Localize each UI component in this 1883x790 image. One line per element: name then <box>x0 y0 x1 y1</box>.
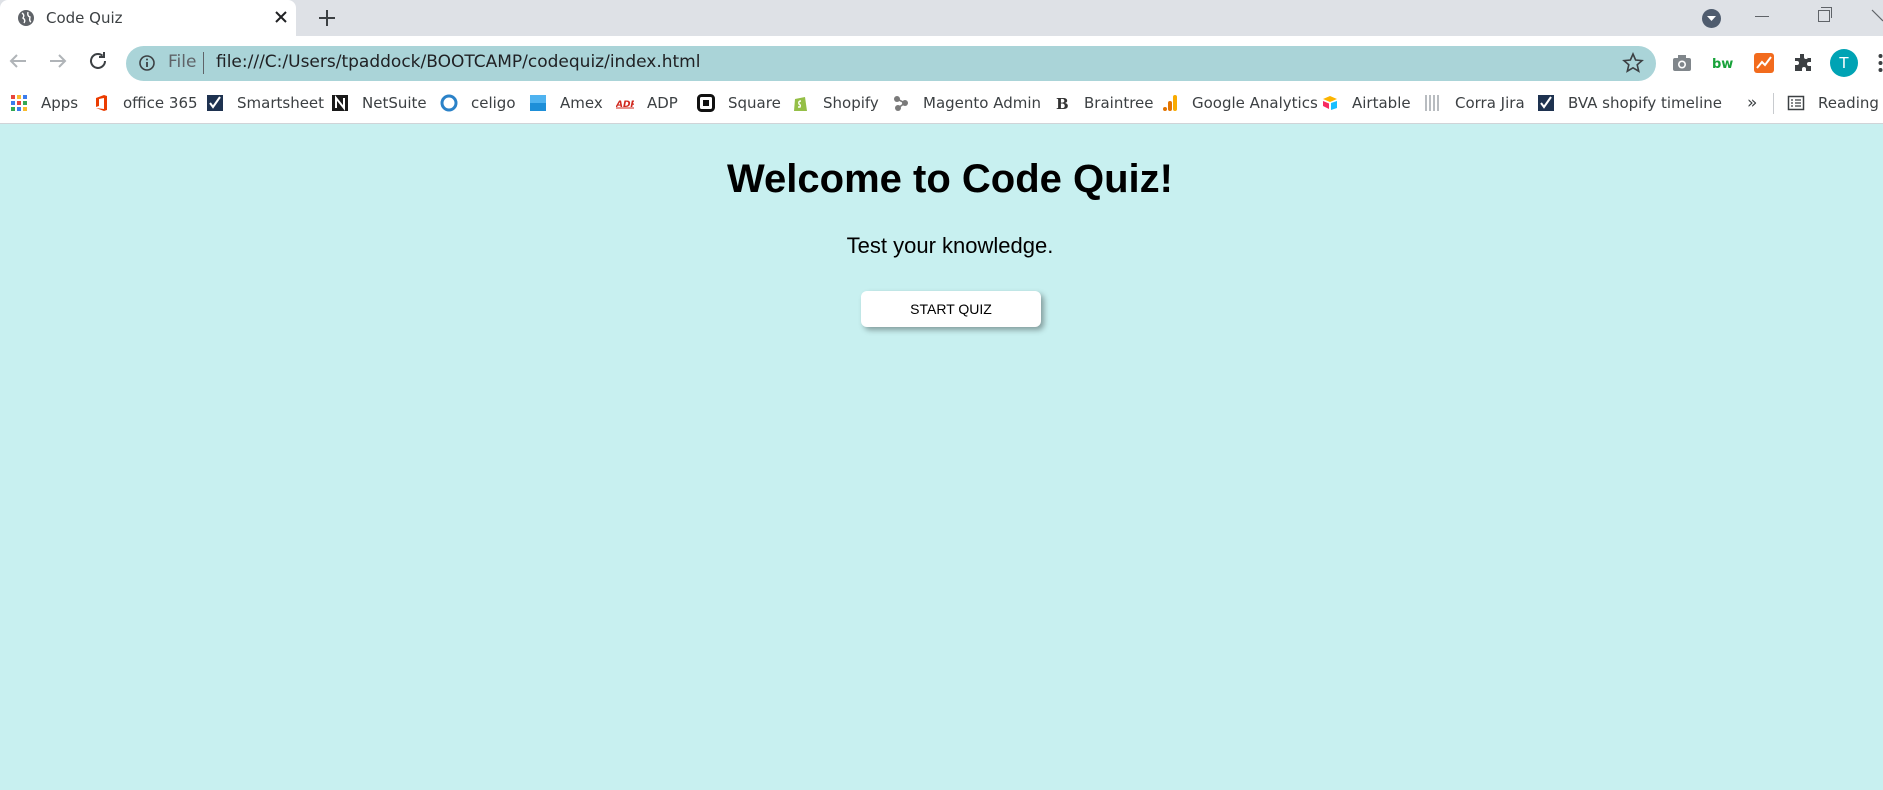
restore-icon[interactable] <box>1818 7 1832 22</box>
bookmarks-overflow-button[interactable]: » <box>1747 86 1757 120</box>
svg-text:B: B <box>1056 95 1069 112</box>
bookmarks-divider <box>1773 93 1774 114</box>
bw-extension-icon[interactable]: bw <box>1711 51 1735 75</box>
bookmark-label: Shopify <box>823 94 879 112</box>
omnibox-divider <box>203 52 204 74</box>
plus-icon[interactable] <box>313 6 341 30</box>
shopify-icon <box>794 97 807 111</box>
celigo-icon <box>440 94 458 112</box>
reading-list-label: Reading lis <box>1818 94 1883 112</box>
magento-icon <box>894 96 908 111</box>
minimize-icon[interactable] <box>1755 16 1769 17</box>
apps-grid-icon <box>11 95 27 111</box>
menu-icon[interactable] <box>1878 52 1883 74</box>
bookmark-apps[interactable]: Apps <box>10 86 78 120</box>
bookmark-smartsheet[interactable]: Smartsheet <box>206 86 324 120</box>
bookmark-label: NetSuite <box>362 94 427 112</box>
bookmark-corra-jira[interactable]: Corra Jira <box>1424 86 1525 120</box>
camera-icon[interactable] <box>1670 51 1694 75</box>
bookmark-label: Amex <box>560 94 603 112</box>
braintree-icon: B <box>1056 95 1069 112</box>
bookmarks-bar: Apps office 365 Smartsheet NetSuite celi… <box>0 86 1883 124</box>
bookmark-airtable[interactable]: Airtable <box>1321 86 1411 120</box>
bookmark-bva-shopify-timeline[interactable]: BVA shopify timeline <box>1537 86 1722 120</box>
info-icon[interactable] <box>138 54 156 72</box>
bookmark-label: office 365 <box>123 94 198 112</box>
start-quiz-button[interactable]: START QUIZ <box>861 291 1041 327</box>
square-icon <box>697 94 715 112</box>
reading-list-button[interactable]: Reading lis <box>1787 86 1883 120</box>
profile-avatar[interactable]: T <box>1830 49 1858 77</box>
bookmark-celigo[interactable]: celigo <box>440 86 516 120</box>
bookmark-label: Smartsheet <box>237 94 325 112</box>
office-icon <box>96 95 107 111</box>
bookmark-shopify[interactable]: Shopify <box>792 86 879 120</box>
bookmark-label: Google Analytics <box>1192 94 1318 112</box>
star-icon[interactable] <box>1622 52 1644 74</box>
svg-text:bw: bw <box>1712 57 1733 72</box>
bookmark-label: Square <box>728 94 781 112</box>
bookmark-square[interactable]: Square <box>697 86 781 120</box>
bookmark-braintree[interactable]: B Braintree <box>1053 86 1154 120</box>
tab-strip: Code Quiz <box>0 0 1883 36</box>
bookmark-label: BVA shopify timeline <box>1568 94 1722 112</box>
bookmark-label: Apps <box>41 94 79 112</box>
bookmark-office-365[interactable]: office 365 <box>92 86 198 120</box>
bookmark-amex[interactable]: Amex <box>529 86 603 120</box>
page-title: Welcome to Code Quiz! <box>727 157 1173 201</box>
airtable-icon <box>1323 96 1337 110</box>
tab-search-icon[interactable] <box>1702 9 1721 28</box>
url-text[interactable]: file:///C:/Users/tpaddock/BOOTCAMP/codeq… <box>216 52 700 72</box>
bookmark-label: celigo <box>471 94 516 112</box>
smartsheet-icon <box>1538 95 1554 111</box>
adp-icon: ADP <box>616 100 634 110</box>
url-scheme-label: File <box>168 52 197 72</box>
bookmark-label: Corra Jira <box>1455 94 1525 112</box>
bookmark-magento-admin[interactable]: Magento Admin <box>892 86 1041 120</box>
close-icon[interactable] <box>271 7 291 27</box>
smartsheet-icon <box>207 95 223 111</box>
reading-list-icon <box>1787 95 1805 111</box>
tab-code-quiz[interactable]: Code Quiz <box>0 0 296 36</box>
bookmark-adp[interactable]: ADP ADP <box>616 86 678 120</box>
amex-icon <box>530 95 546 111</box>
window-close-icon[interactable] <box>1870 6 1883 26</box>
back-icon[interactable] <box>6 49 30 73</box>
bookmark-label: Airtable <box>1352 94 1411 112</box>
reload-icon[interactable] <box>86 49 110 73</box>
bookmark-netsuite[interactable]: NetSuite <box>331 86 427 120</box>
page-content: Welcome to Code Quiz! Test your knowledg… <box>0 125 1883 790</box>
forward-icon[interactable] <box>46 49 70 73</box>
jira-icon <box>1425 95 1439 111</box>
bookmark-google-analytics[interactable]: Google Analytics <box>1161 86 1318 120</box>
bookmark-label: Braintree <box>1084 94 1154 112</box>
extensions-icon[interactable] <box>1791 51 1815 75</box>
netsuite-icon <box>332 95 348 111</box>
tab-title: Code Quiz <box>46 9 123 27</box>
page-subtitle: Test your knowledge. <box>846 233 1054 258</box>
globe-icon <box>18 10 34 26</box>
bookmark-label: Magento Admin <box>923 94 1042 112</box>
analytics-icon <box>1163 95 1177 111</box>
chart-extension-icon[interactable] <box>1752 51 1776 75</box>
bookmark-label: ADP <box>647 94 678 112</box>
